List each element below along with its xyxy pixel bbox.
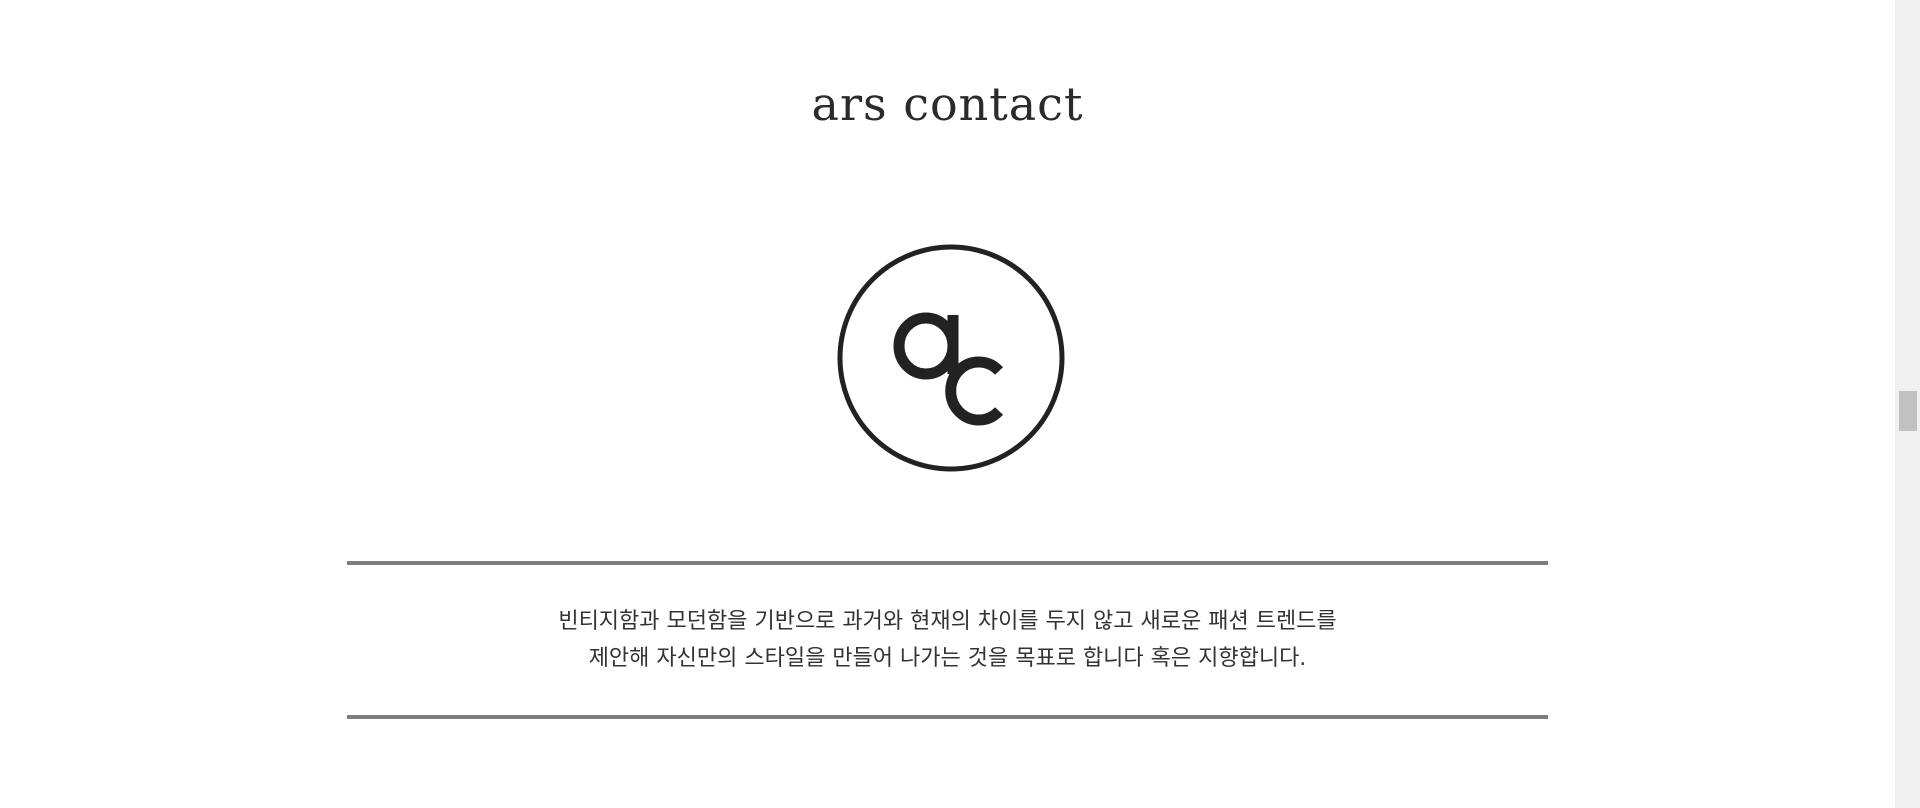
main-content: ars contact 빈티지함과 모던함을 기반으로 과거와 현재의 차이를 … xyxy=(0,0,1895,808)
top-divider xyxy=(347,561,1548,565)
logo-letter-c xyxy=(945,356,1004,426)
intro-text: 빈티지함과 모던함을 기반으로 과거와 현재의 차이를 두지 않고 새로운 패션… xyxy=(347,603,1548,677)
page-title: ars contact xyxy=(811,77,1084,131)
vertical-scrollbar[interactable] xyxy=(1895,0,1920,808)
bottom-divider xyxy=(347,715,1548,719)
ac-circle-logo-icon xyxy=(837,244,1065,472)
scrollbar-thumb[interactable] xyxy=(1899,391,1917,431)
intro-line-2: 제안해 자신만의 스타일을 만들어 나가는 것을 목표로 합니다 혹은 지향합니… xyxy=(588,646,1307,671)
page: ars contact 빈티지함과 모던함을 기반으로 과거와 현재의 차이를 … xyxy=(0,0,1920,808)
logo-letter-a xyxy=(893,312,959,380)
intro-line-1: 빈티지함과 모던함을 기반으로 과거와 현재의 차이를 두지 않고 새로운 패션… xyxy=(558,609,1337,634)
